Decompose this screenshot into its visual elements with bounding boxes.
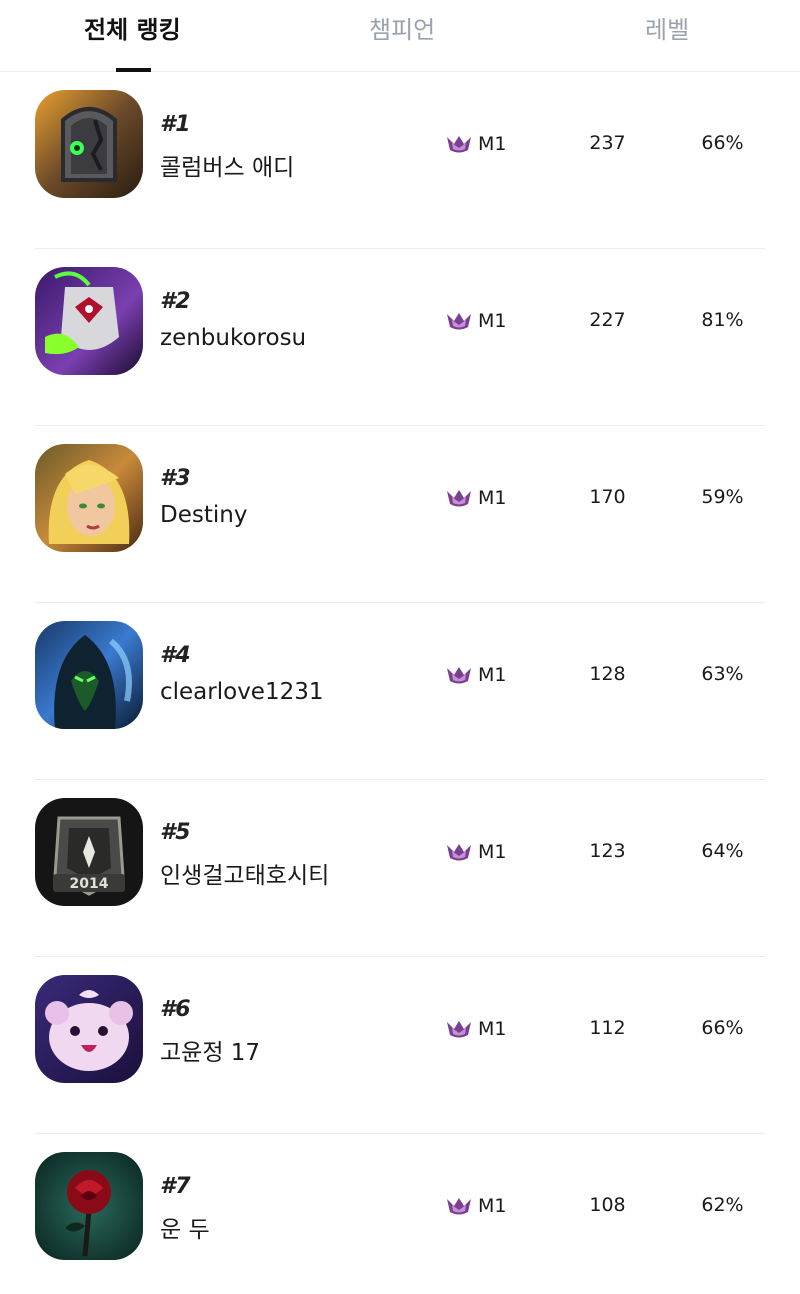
master-tier-icon (446, 134, 472, 154)
win-rate: 59% (701, 486, 744, 508)
win-rate: 66% (701, 1017, 744, 1039)
games-played: 108 (589, 1194, 626, 1216)
ranking-row[interactable]: #4 clearlove1231 M1 128 63% (0, 603, 800, 780)
tier-badge: M1 (446, 132, 506, 156)
player-name: 콜럼버스 애디 (160, 155, 295, 181)
tab-overall-ranking[interactable]: 전체 랭킹 (84, 12, 181, 48)
rank-number: #7 (160, 1174, 191, 1199)
master-tier-icon (446, 1019, 472, 1039)
ranking-row[interactable]: #2 zenbukorosu M1 227 81% (0, 249, 800, 426)
games-played: 123 (589, 840, 626, 862)
win-rate: 81% (701, 309, 744, 331)
master-tier-icon (446, 488, 472, 508)
win-rate: 63% (701, 663, 744, 685)
tier-badge: M1 (446, 309, 506, 333)
tier-badge: M1 (446, 1017, 506, 1041)
poro-portrait-icon (35, 975, 143, 1083)
player-name: clearlove1231 (160, 679, 324, 705)
games-played: 112 (589, 1017, 626, 1039)
ranking-row[interactable]: #1 콜럼버스 애디 M1 237 66% (0, 72, 800, 249)
player-name: 인생걸고태호시티 (160, 863, 330, 889)
master-tier-icon (446, 311, 472, 331)
creature-portrait-icon (35, 267, 143, 375)
tier-label: M1 (478, 841, 507, 863)
svg-text:2014: 2014 (70, 876, 109, 892)
player-name: 운 두 (160, 1217, 210, 1243)
master-tier-icon (446, 842, 472, 862)
tombstone-portrait-icon (35, 90, 143, 198)
player-name: zenbukorosu (160, 325, 307, 351)
hooded-champion-portrait-icon (35, 621, 143, 729)
rank-number: #6 (160, 997, 191, 1022)
ranking-row[interactable]: #7 운 두 M1 108 62% (0, 1134, 800, 1294)
tier-badge: M1 (446, 663, 506, 687)
rank-number: #2 (160, 289, 191, 314)
win-rate: 66% (701, 132, 744, 154)
win-rate: 64% (701, 840, 744, 862)
tier-label: M1 (478, 1195, 507, 1217)
2014-badge-portrait-icon: 2014 (35, 798, 143, 906)
rank-number: #4 (160, 643, 191, 668)
rank-number: #5 (160, 820, 191, 845)
tier-label: M1 (478, 1018, 507, 1040)
master-tier-icon (446, 1196, 472, 1216)
win-rate: 62% (701, 1194, 744, 1216)
tier-badge: M1 (446, 1194, 506, 1218)
tier-label: M1 (478, 664, 507, 686)
tier-label: M1 (478, 487, 507, 509)
blonde-champion-portrait-icon (35, 444, 143, 552)
player-name: 고윤정 17 (160, 1040, 261, 1066)
tier-badge: M1 (446, 840, 506, 864)
games-played: 128 (589, 663, 626, 685)
games-played: 237 (589, 132, 626, 154)
rank-number: #1 (160, 112, 191, 137)
tier-badge: M1 (446, 486, 506, 510)
ranking-row[interactable]: #3 Destiny M1 170 59% (0, 426, 800, 603)
tab-level[interactable]: 레벨 (645, 12, 689, 48)
ranking-row[interactable]: 2014 #5 인생걸고태호시티 M1 123 64% (0, 780, 800, 957)
master-tier-icon (446, 665, 472, 685)
tab-champion[interactable]: 챔피언 (369, 12, 435, 48)
games-played: 227 (589, 309, 626, 331)
rose-portrait-icon (35, 1152, 143, 1260)
player-name: Destiny (160, 502, 248, 528)
tier-label: M1 (478, 133, 507, 155)
tier-label: M1 (478, 310, 507, 332)
ranking-tabbar: 전체 랭킹 챔피언 레벨 (0, 0, 800, 72)
ranking-row[interactable]: #6 고윤정 17 M1 112 66% (0, 957, 800, 1134)
rank-number: #3 (160, 466, 191, 491)
games-played: 170 (589, 486, 626, 508)
